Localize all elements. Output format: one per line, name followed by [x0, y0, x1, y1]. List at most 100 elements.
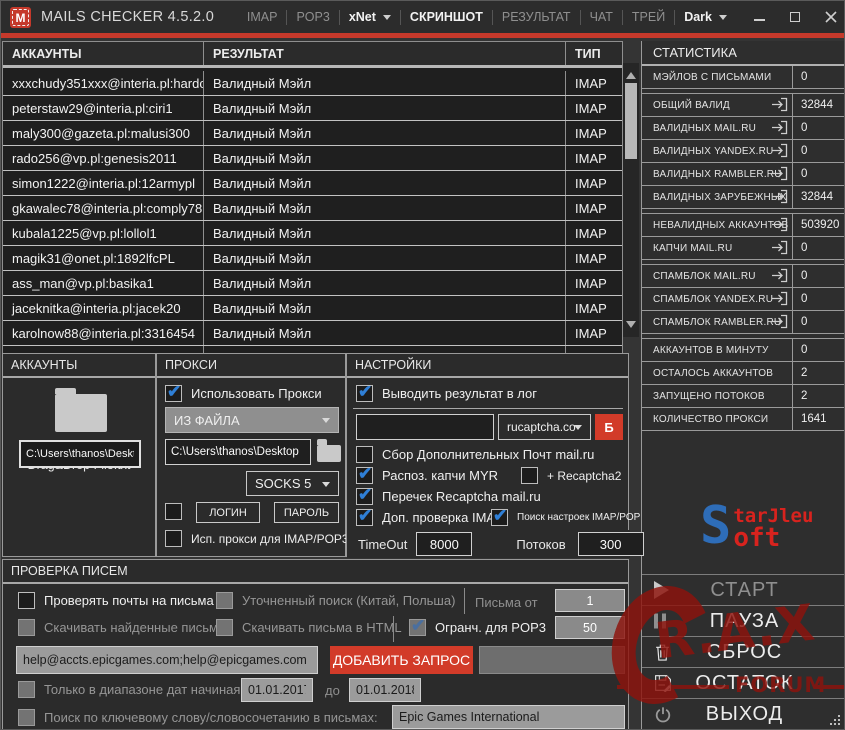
menu-xnet-dropdown[interactable]: xNet [340, 10, 400, 24]
download-found-checkbox[interactable] [18, 619, 35, 636]
menu-theme-dropdown[interactable]: Dark [675, 10, 736, 24]
recaptcha2-checkbox-row[interactable]: + Recaptcha2 [521, 467, 621, 484]
reset-button[interactable]: СБРОС [642, 637, 844, 668]
letters-from-input[interactable] [555, 589, 625, 612]
proxy-source-select[interactable]: ИЗ ФАЙЛА [165, 407, 339, 433]
export-icon[interactable] [771, 268, 788, 283]
collect-extra-checkbox-row[interactable]: Сбор Дополнительных Почт mail.ru [356, 446, 594, 463]
threads-input[interactable] [577, 532, 644, 556]
table-row[interactable]: ass_man@vp.pl:basika1 Валидный Мэйл IMAP [3, 271, 622, 296]
menu-screenshot[interactable]: СКРИНШОТ [401, 10, 492, 24]
myr-captcha-checkbox[interactable] [356, 464, 373, 484]
column-header-accounts[interactable]: АККАУНТЫ [3, 42, 204, 65]
imap-check-checkbox[interactable] [356, 506, 373, 526]
menu-chat[interactable]: ЧАТ [581, 10, 622, 24]
log-results-checkbox[interactable] [356, 382, 373, 402]
check-mails-checkbox[interactable] [18, 592, 35, 609]
date-range-checkbox-row[interactable]: Только в диапазоне дат начиная с [18, 681, 251, 698]
query-extra-box[interactable] [479, 646, 625, 674]
scroll-up-icon[interactable] [626, 67, 636, 79]
table-row[interactable]: gkawalec78@interia.pl:comply78 Валидный М… [3, 196, 622, 221]
keyword-checkbox[interactable] [18, 709, 35, 726]
export-icon[interactable] [771, 291, 788, 306]
export-icon[interactable] [771, 166, 788, 181]
keyword-checkbox-row[interactable]: Поиск по ключевому слову/словосочетанию … [18, 709, 378, 726]
table-scrollbar[interactable] [623, 63, 639, 337]
date-range-checkbox[interactable] [18, 681, 35, 698]
log-results-checkbox-row[interactable]: Выводить результат в лог [356, 382, 537, 402]
download-html-checkbox-row[interactable]: Скачивать письма в HTML [216, 619, 402, 636]
maximize-button[interactable] [788, 10, 802, 24]
table-row[interactable]: rado256@vp.pl:genesis2011 Валидный Мэйл IM… [3, 146, 622, 171]
menu-tray[interactable]: ТРЕЙ [623, 10, 674, 24]
table-row[interactable]: maly300@gazeta.pl:malusi300 Валидный Мэйл… [3, 121, 622, 146]
proxy-auth-checkbox[interactable] [165, 503, 182, 520]
table-row[interactable]: simon1222@interia.pl:12armypl Валидный Мэ… [3, 171, 622, 196]
collect-extra-checkbox[interactable] [356, 446, 373, 463]
myr-captcha-checkbox-row[interactable]: Распоз. капчи MYR [356, 464, 498, 484]
recaptcha2-checkbox[interactable] [521, 467, 538, 484]
timeout-input[interactable] [416, 532, 473, 556]
proxy-file-path-input[interactable] [165, 439, 311, 465]
table-row[interactable]: jaceknitka@interia.pl:jacek20 Валидный Мэ… [3, 296, 622, 321]
download-html-checkbox[interactable] [216, 619, 233, 636]
folder-icon[interactable] [55, 388, 107, 432]
refined-search-checkbox[interactable] [216, 592, 233, 609]
resize-grip[interactable] [828, 713, 840, 725]
accounts-file-path-input[interactable] [19, 440, 141, 468]
check-mails-checkbox-row[interactable]: Проверять почты на письма [18, 592, 214, 609]
login-button[interactable]: ЛОГИН [196, 502, 260, 523]
export-icon[interactable] [771, 240, 788, 255]
pause-button[interactable]: ПАУЗА [642, 606, 844, 637]
table-row[interactable]: peterstaw29@interia.pl:ciri1 Валидный Мэй… [3, 96, 622, 121]
start-button[interactable]: СТАРТ [642, 575, 844, 606]
export-icon[interactable] [771, 97, 788, 112]
proxy-type-select[interactable]: SOCKS 5 [246, 471, 339, 496]
export-icon[interactable] [771, 120, 788, 135]
download-found-checkbox-row[interactable]: Скачивать найденные письма [18, 619, 225, 636]
date-from-input[interactable] [241, 678, 313, 702]
proxy-auth-checkbox-row[interactable] [165, 503, 182, 520]
refined-search-checkbox-row[interactable]: Уточненный поиск (Китай, Польша) [216, 592, 455, 609]
export-icon[interactable] [771, 189, 788, 204]
pop3-limit-checkbox[interactable] [409, 616, 426, 636]
close-button[interactable] [824, 10, 838, 24]
exit-button[interactable]: ВЫХОД [642, 699, 844, 729]
imap-pop-search-checkbox-row[interactable]: Поиск настроек IMAP/POP [491, 506, 640, 526]
export-icon[interactable] [771, 314, 788, 329]
recaptcha-mailru-checkbox-row[interactable]: Перечек Recaptcha mail.ru [356, 485, 541, 505]
export-icon[interactable] [771, 217, 788, 232]
menu-imap[interactable]: IMAP [238, 10, 287, 24]
scrollbar-thumb[interactable] [625, 83, 637, 159]
recaptcha-mailru-checkbox[interactable] [356, 485, 373, 505]
menu-result[interactable]: РЕЗУЛЬТАТ [493, 10, 580, 24]
proxy-imap-checkbox[interactable] [165, 530, 182, 547]
date-to-input[interactable] [349, 678, 421, 702]
pop3-limit-input[interactable] [555, 616, 625, 639]
captcha-key-input[interactable] [356, 414, 494, 440]
password-button[interactable]: ПАРОЛЬ [274, 502, 339, 523]
scroll-down-icon[interactable] [626, 321, 636, 333]
imap-pop-search-checkbox[interactable] [491, 506, 508, 526]
add-query-button[interactable]: ДОБАВИТЬ ЗАПРОС [330, 646, 473, 674]
imap-check-checkbox-row[interactable]: Доп. проверка IMAP [356, 506, 504, 526]
query-input[interactable] [16, 646, 318, 674]
minimize-button[interactable] [752, 10, 766, 24]
table-row[interactable]: kubala1225@vp.pl:lollol1 Валидный Мэйл IMA… [3, 221, 622, 246]
captcha-service-select[interactable]: rucaptcha.co [498, 414, 591, 440]
column-header-type[interactable]: ТИП [566, 42, 621, 65]
table-row[interactable]: karolnow88@interia.pl:3316454 Валидный Мэ… [3, 321, 622, 346]
menu-pop3[interactable]: POP3 [287, 10, 338, 24]
export-icon[interactable] [771, 143, 788, 158]
use-proxy-checkbox-row[interactable]: Использовать Прокси [165, 382, 322, 402]
browse-folder-icon[interactable] [317, 439, 341, 462]
keyword-input[interactable] [392, 705, 625, 729]
pop3-limit-checkbox-row[interactable]: Огранч. для POP3 [409, 616, 546, 636]
use-proxy-checkbox[interactable] [165, 382, 182, 402]
column-header-result[interactable]: РЕЗУЛЬТАТ [204, 42, 566, 65]
table-row[interactable]: magik31@onet.pl:1892lfcPL Валидный Мэйл IM… [3, 246, 622, 271]
balance-button[interactable]: Б [595, 414, 623, 440]
remainder-button[interactable]: ОСТАТОК [642, 668, 844, 699]
table-row[interactable]: xxxchudy351xxx@interia.pl:hardcore1Валид… [3, 71, 622, 96]
proxy-imap-checkbox-row[interactable]: Исп. прокси для IMAP/POP3 [165, 530, 349, 547]
